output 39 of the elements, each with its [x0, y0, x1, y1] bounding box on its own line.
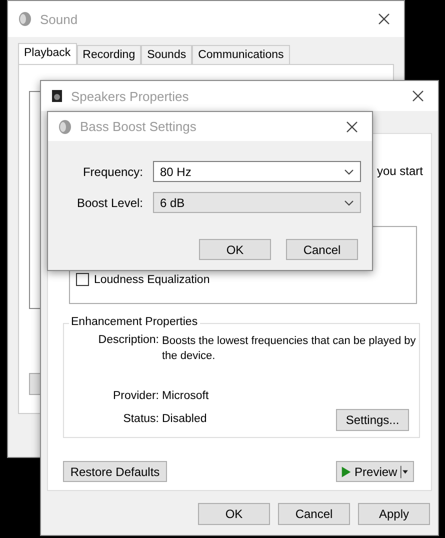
close-icon[interactable] [378, 13, 390, 25]
speaker-icon [51, 89, 63, 103]
settings-button[interactable]: Settings... [336, 409, 409, 431]
dialog-button[interactable]: Cancel [278, 503, 350, 525]
tab[interactable]: Recording [76, 45, 142, 64]
tab[interactable]: Communications [192, 45, 290, 64]
group-title: Enhancement Properties [69, 316, 200, 328]
dialog-button[interactable]: OK [198, 503, 270, 525]
checkbox-label[interactable]: Loudness Equalization [94, 274, 210, 286]
provider-value: Microsoft [162, 390, 209, 402]
dialog-button[interactable]: Apply [358, 503, 430, 525]
dropdown-arrow-icon[interactable] [400, 464, 409, 478]
field-label: Boost Level: [76, 196, 143, 210]
window-title: Sound [40, 12, 79, 26]
dropdown-field[interactable]: 80 Hz [153, 161, 361, 182]
close-icon[interactable] [412, 90, 424, 102]
status-value: Disabled [162, 413, 207, 425]
field-label: Frequency: [82, 164, 143, 178]
restore-defaults-button[interactable]: Restore Defaults [63, 461, 167, 482]
field-label: Provider: [112, 390, 159, 402]
speaker-icon [18, 11, 32, 27]
close-icon[interactable] [346, 120, 358, 132]
chevron-icon [344, 200, 354, 206]
play-icon [341, 466, 352, 478]
preview-button[interactable]: Preview [336, 461, 414, 482]
dialog-button[interactable]: Cancel [286, 239, 358, 260]
speaker-icon [58, 118, 72, 134]
chevron-icon [344, 168, 354, 174]
partial-text: you start [376, 164, 423, 178]
panel-button[interactable] [29, 373, 41, 395]
checkbox[interactable] [76, 273, 89, 286]
field-label: Description: [97, 334, 159, 348]
window-title: Speakers Properties [71, 88, 190, 104]
field-label: Status: [122, 413, 159, 425]
window-title: Bass Boost Settings [80, 119, 198, 134]
description-text: Boosts the lowest frequencies that can be played by the device. [162, 334, 417, 364]
tab[interactable]: Sounds [141, 45, 192, 64]
dialog-button[interactable]: OK [199, 239, 271, 260]
tab[interactable]: Playback [18, 43, 77, 64]
